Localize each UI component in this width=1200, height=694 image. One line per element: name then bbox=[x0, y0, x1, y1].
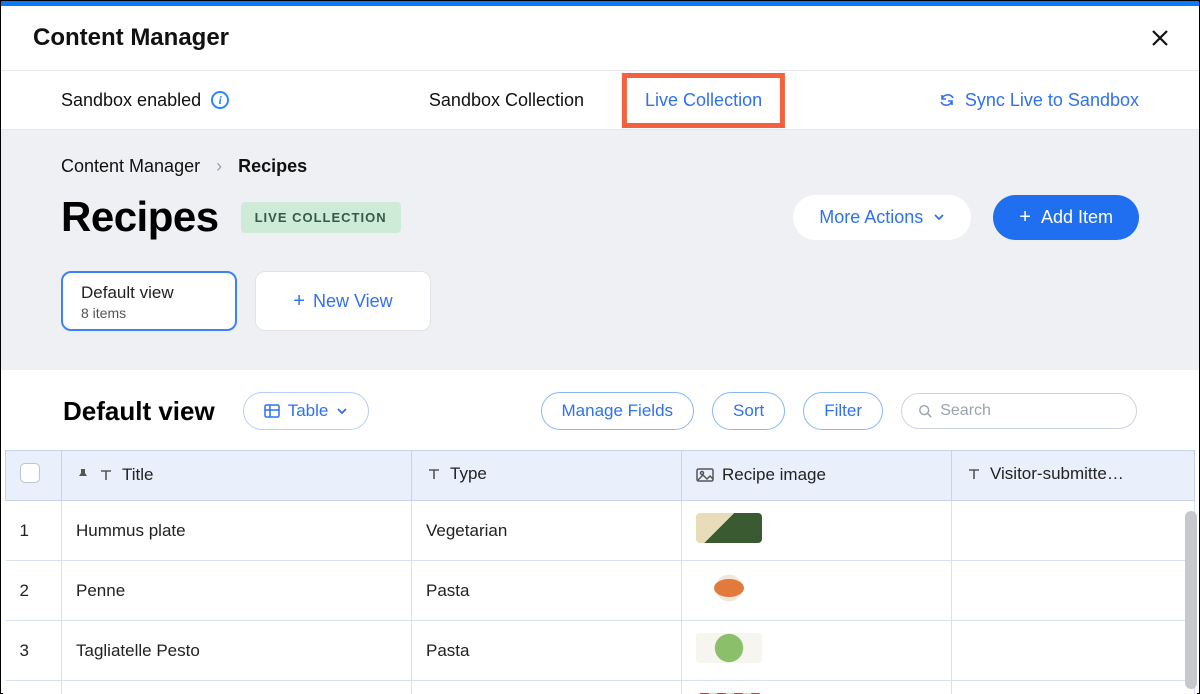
cell-image[interactable] bbox=[682, 681, 952, 694]
display-mode-select[interactable]: Table bbox=[243, 392, 370, 430]
cell-visitor[interactable] bbox=[952, 681, 1195, 694]
live-collection-badge: LIVE COLLECTION bbox=[241, 202, 401, 233]
table-row[interactable]: 4 Beetroot Gnocchi Pasta bbox=[6, 681, 1195, 694]
thumbnail bbox=[696, 513, 762, 543]
column-header-visitor[interactable]: Visitor-submitte… bbox=[990, 464, 1124, 484]
breadcrumb-current: Recipes bbox=[238, 156, 307, 177]
sync-label: Sync Live to Sandbox bbox=[965, 90, 1139, 111]
cell-type[interactable]: Pasta bbox=[412, 681, 682, 694]
thumbnail bbox=[696, 573, 762, 603]
add-item-button[interactable]: + Add Item bbox=[993, 195, 1139, 240]
table-row[interactable]: 3 Tagliatelle Pesto Pasta bbox=[6, 621, 1195, 681]
row-number: 3 bbox=[6, 621, 62, 681]
pin-icon bbox=[76, 468, 90, 482]
cell-title[interactable]: Penne bbox=[62, 561, 412, 621]
close-button[interactable] bbox=[1149, 27, 1171, 49]
sandbox-status-label: Sandbox enabled bbox=[61, 90, 201, 111]
text-type-icon bbox=[98, 467, 114, 483]
display-mode-label: Table bbox=[288, 401, 329, 421]
new-view-label: New View bbox=[313, 291, 393, 312]
close-icon bbox=[1151, 29, 1169, 47]
breadcrumb: Content Manager › Recipes bbox=[61, 156, 1139, 177]
view-chip-default[interactable]: Default view 8 items bbox=[61, 271, 237, 331]
column-header-image[interactable]: Recipe image bbox=[722, 465, 826, 485]
cell-image[interactable] bbox=[682, 501, 952, 561]
cell-title[interactable]: Beetroot Gnocchi bbox=[62, 681, 412, 694]
thumbnail bbox=[696, 633, 762, 663]
info-icon[interactable]: i bbox=[211, 91, 229, 109]
cell-visitor[interactable] bbox=[952, 561, 1195, 621]
cell-title[interactable]: Tagliatelle Pesto bbox=[62, 621, 412, 681]
row-number: 2 bbox=[6, 561, 62, 621]
page-title: Recipes bbox=[61, 193, 219, 241]
search-input[interactable] bbox=[940, 402, 1120, 420]
cell-visitor[interactable] bbox=[952, 501, 1195, 561]
plus-icon: + bbox=[293, 291, 305, 311]
chevron-down-icon bbox=[336, 405, 348, 417]
cell-image[interactable] bbox=[682, 621, 952, 681]
more-actions-button[interactable]: More Actions bbox=[793, 195, 971, 240]
add-item-label: Add Item bbox=[1041, 207, 1113, 228]
table-row[interactable]: 2 Penne Pasta bbox=[6, 561, 1195, 621]
new-view-button[interactable]: + New View bbox=[255, 271, 431, 331]
cell-title[interactable]: Hummus plate bbox=[62, 501, 412, 561]
sync-live-to-sandbox-button[interactable]: Sync Live to Sandbox bbox=[939, 90, 1139, 111]
search-box[interactable] bbox=[901, 393, 1137, 429]
column-header-type[interactable]: Type bbox=[450, 464, 487, 484]
chevron-right-icon: › bbox=[216, 156, 222, 177]
cell-type[interactable]: Pasta bbox=[412, 561, 682, 621]
more-actions-label: More Actions bbox=[819, 207, 923, 228]
manage-fields-button[interactable]: Manage Fields bbox=[541, 392, 695, 430]
plus-icon: + bbox=[1019, 207, 1031, 227]
sort-button[interactable]: Sort bbox=[712, 392, 785, 430]
text-type-icon bbox=[426, 466, 442, 482]
chevron-down-icon bbox=[933, 211, 945, 223]
table-row[interactable]: 1 Hummus plate Vegetarian bbox=[6, 501, 1195, 561]
current-view-title: Default view bbox=[63, 396, 215, 427]
column-header-title[interactable]: Title bbox=[122, 465, 154, 485]
view-chip-name: Default view bbox=[81, 283, 217, 303]
scrollbar-thumb[interactable] bbox=[1185, 511, 1197, 689]
filter-button[interactable]: Filter bbox=[803, 392, 883, 430]
text-type-icon bbox=[966, 466, 982, 482]
search-icon bbox=[918, 403, 932, 419]
content-table: Title Type Rec bbox=[5, 450, 1195, 694]
tab-sandbox-collection[interactable]: Sandbox Collection bbox=[415, 84, 598, 117]
view-chip-count: 8 items bbox=[81, 305, 217, 321]
tab-live-collection[interactable]: Live Collection bbox=[645, 90, 762, 111]
image-icon bbox=[696, 468, 714, 482]
cell-visitor[interactable] bbox=[952, 621, 1195, 681]
cell-type[interactable]: Pasta bbox=[412, 621, 682, 681]
breadcrumb-root[interactable]: Content Manager bbox=[61, 156, 200, 177]
cell-image[interactable] bbox=[682, 561, 952, 621]
table-icon bbox=[264, 403, 280, 419]
row-number: 1 bbox=[6, 501, 62, 561]
select-all-checkbox[interactable] bbox=[20, 463, 40, 483]
row-number: 4 bbox=[6, 681, 62, 694]
tutorial-highlight: Live Collection bbox=[622, 73, 785, 128]
cell-type[interactable]: Vegetarian bbox=[412, 501, 682, 561]
app-title: Content Manager bbox=[33, 24, 229, 52]
sync-icon bbox=[939, 92, 955, 108]
